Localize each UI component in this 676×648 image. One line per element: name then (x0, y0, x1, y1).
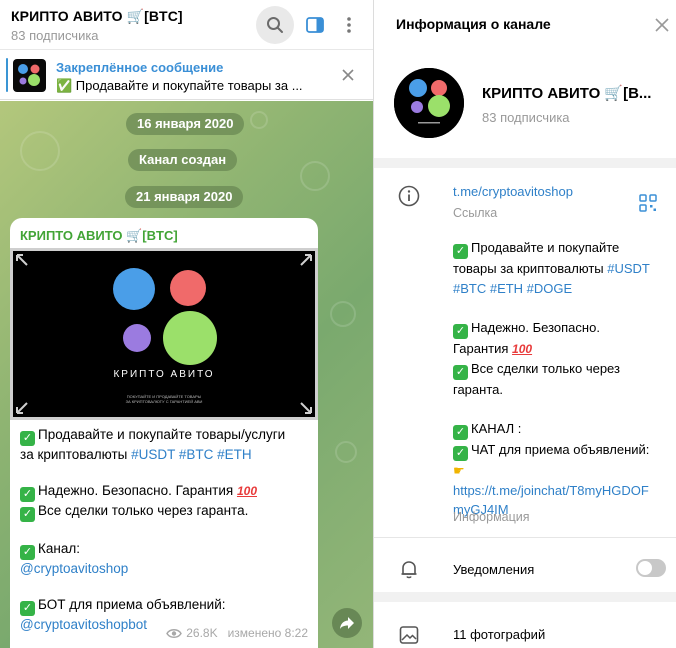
hashtag-link[interactable]: #USDT #BTC #ETH (131, 447, 252, 462)
hashtag-link[interactable]: #BTC #ETH #DOGE (453, 281, 572, 296)
pinned-text: ✅ Продавайте и покупайте товары за ... (56, 78, 303, 93)
bell-icon (401, 561, 417, 579)
pinned-indicator (6, 58, 8, 92)
section-separator (374, 592, 676, 602)
check-icon: ✓ (453, 244, 468, 259)
section-separator (374, 158, 676, 168)
pinned-message-bar[interactable]: Закреплённое сообщение ✅ Продавайте и по… (0, 51, 373, 100)
check-icon: ✓ (20, 487, 35, 502)
edited-time: изменено 8:22 (227, 626, 308, 640)
channel-mention-link[interactable]: @cryptoavitoshop (20, 561, 128, 576)
chat-pane: КРИПТО АВИТО 🛒[BTC] 83 подписчика Закреп… (0, 0, 373, 648)
info-panel-title: Информация о канале (396, 16, 551, 32)
more-options-button[interactable] (330, 6, 368, 44)
channel-description: ✓ Продавайте и покупайте товары за крипто… (453, 240, 650, 517)
message-meta: 26.8K изменено 8:22 (166, 626, 308, 640)
chat-title[interactable]: КРИПТО АВИТО 🛒[BTC] (11, 8, 183, 25)
chat-header: КРИПТО АВИТО 🛒[BTC] 83 подписчика (0, 0, 373, 50)
hundred-emoji: 100 (512, 341, 533, 356)
check-icon: ✓ (453, 446, 468, 461)
close-icon (655, 18, 669, 32)
link-caption: Ссылка (453, 206, 498, 220)
pinned-thumbnail (13, 59, 46, 92)
toggle-knob (638, 561, 652, 575)
notifications-label: Уведомления (453, 562, 535, 577)
bot-mention-link[interactable]: @cryptoavitoshopbot (20, 617, 147, 632)
message-bubble[interactable]: КРИПТО АВИТО 🛒[BTC] КРИПТО АВИТО ПОКУПАЙ… (10, 218, 318, 648)
sidebar-toggle-icon (306, 17, 324, 33)
message-text: ✓ Продавайте и покупайте товары/услуги за… (20, 427, 286, 632)
close-info-button[interactable] (653, 16, 671, 34)
wallpaper-doodle (20, 131, 60, 171)
media-caption: ПОКУПАЙТЕ И ПРОДАВАЙТЕ ТОВАРЫ ЗА КРИПТОВ… (125, 394, 203, 404)
date-separator: 16 января 2020 (126, 113, 245, 135)
check-icon: ✓ (20, 507, 35, 522)
photos-count-item[interactable]: 11 фотографий (453, 627, 545, 642)
wallpaper-doodle (335, 441, 357, 463)
wallpaper-doodle (250, 111, 268, 129)
hundred-emoji: 100 (236, 484, 257, 498)
search-button[interactable] (256, 6, 294, 44)
share-button[interactable] (332, 608, 362, 638)
unpin-button[interactable] (338, 65, 358, 85)
wallpaper-doodle (330, 301, 356, 327)
qr-code-icon[interactable] (639, 194, 657, 212)
date-separator: 21 января 2020 (125, 186, 244, 208)
info-icon (398, 185, 420, 207)
image-icon (399, 626, 419, 644)
channel-name: КРИПТО АВИТО 🛒[B... (482, 85, 652, 102)
eye-icon (166, 628, 183, 638)
search-icon (267, 17, 283, 33)
check-icon: ✓ (20, 431, 35, 446)
pointing-hand-icon: ☛ (453, 463, 465, 478)
channel-info-panel: Информация о канале КРИПТО АВИТО 🛒[B... … (374, 0, 676, 648)
channel-link[interactable]: t.me/cryptoavitoshop (453, 184, 573, 199)
message-sender[interactable]: КРИПТО АВИТО 🛒[BTC] (20, 228, 178, 244)
check-icon: ✓ (20, 545, 35, 560)
channel-subscriber-count: 83 подписчика (482, 110, 570, 125)
check-icon: ✓ (20, 601, 35, 616)
check-icon: ✓ (453, 425, 468, 440)
message-image[interactable]: КРИПТО АВИТО ПОКУПАЙТЕ И ПРОДАВАЙТЕ ТОВА… (10, 248, 318, 420)
hashtag-link[interactable]: #USDT (607, 261, 650, 276)
media-title: КРИПТО АВИТО (113, 369, 215, 380)
close-icon (342, 69, 354, 81)
view-count: 26.8K (186, 626, 218, 640)
more-vertical-icon (347, 17, 351, 33)
share-icon (340, 617, 354, 629)
check-icon: ✓ (453, 365, 468, 380)
chat-subscriber-count: 83 подписчика (11, 28, 99, 43)
wallpaper-doodle (300, 161, 330, 191)
notifications-toggle[interactable] (636, 559, 666, 577)
description-caption: Информация (453, 510, 530, 524)
service-message: Канал создан (128, 149, 238, 171)
channel-avatar[interactable] (394, 68, 464, 138)
toggle-info-panel-button[interactable] (296, 6, 334, 44)
section-separator (374, 537, 676, 538)
pinned-label: Закреплённое сообщение (56, 60, 224, 75)
join-chat-link[interactable]: https://t.me/joinchat/T8myHGDOF (453, 483, 649, 498)
check-icon: ✓ (453, 323, 468, 339)
